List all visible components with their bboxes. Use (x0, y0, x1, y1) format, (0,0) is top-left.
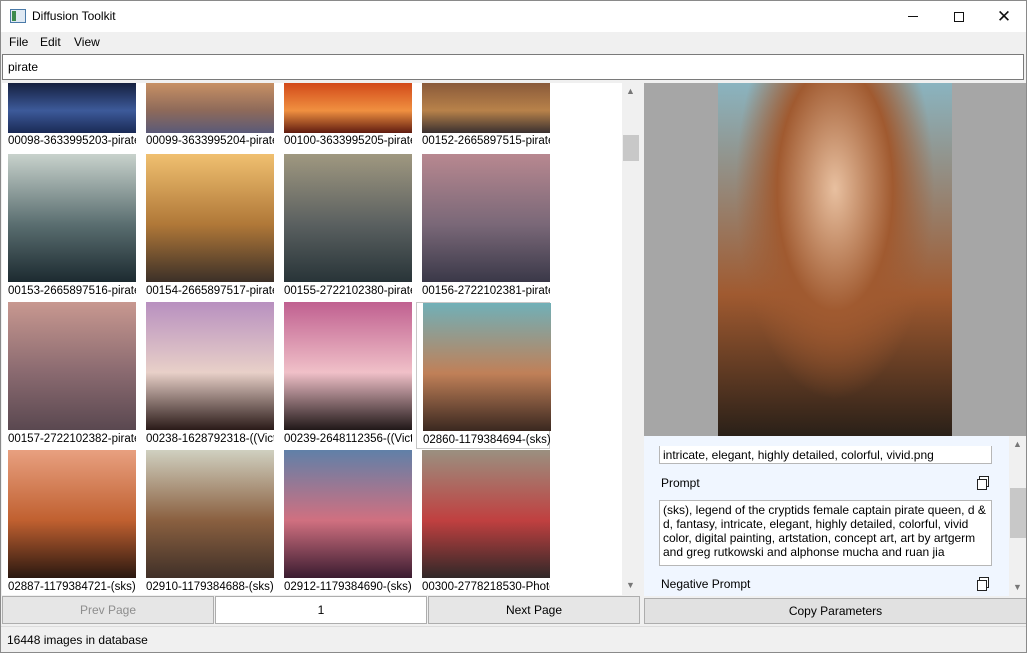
minimize-icon (908, 16, 918, 17)
thumbnail-item[interactable]: 00300-2778218530-Photo (416, 450, 550, 595)
grid-scroll-thumb[interactable] (623, 135, 639, 161)
negative-prompt-label: Negative Prompt (661, 577, 751, 591)
thumbnail-item[interactable]: 02887-1179384721-(sks), (2, 450, 136, 595)
thumbnail-caption: 02887-1179384721-(sks), (8, 581, 136, 593)
menu-bar: File Edit View (1, 32, 1026, 52)
thumbnail-caption: 00300-2778218530-Photo (422, 581, 550, 593)
maximize-button[interactable] (936, 1, 982, 32)
thumbnail-item[interactable]: 00238-1628792318-((Vict (140, 302, 274, 449)
thumbnail-caption: 00155-2722102380-pirate (284, 285, 412, 297)
thumbnail-item[interactable]: 00154-2665897517-pirate (140, 154, 274, 301)
copy-parameters-button[interactable]: Copy Parameters (644, 598, 1026, 624)
thumbnail-item[interactable]: 00239-2648112356-((Vict (278, 302, 412, 449)
thumbnail-caption: 02860-1179384694-(sks), (423, 434, 551, 446)
thumbnail-image[interactable] (8, 450, 136, 578)
thumbnail-caption: 00100-3633995205-pirate (284, 135, 412, 147)
thumbnail-item[interactable]: 00156-2722102381-pirate (416, 154, 550, 301)
menu-edit[interactable]: Edit (40, 35, 61, 49)
scroll-up-icon[interactable]: ▲ (1013, 439, 1022, 449)
thumbnail-image[interactable] (8, 154, 136, 282)
thumbnail-image[interactable] (422, 154, 550, 282)
thumbnail-image[interactable] (146, 154, 274, 282)
copy-negative-prompt-icon[interactable] (977, 577, 989, 591)
thumbnail-item[interactable]: 02910-1179384688-(sks), (140, 450, 274, 595)
thumbnail-image[interactable] (284, 83, 412, 133)
thumbnail-image[interactable] (146, 302, 274, 430)
page-number-input[interactable] (215, 596, 427, 624)
thumbnail-image[interactable] (8, 83, 136, 133)
menu-file[interactable]: File (9, 35, 28, 49)
metadata-panel: intricate, elegant, highly detailed, col… (644, 436, 1026, 596)
app-window: Diffusion Toolkit ✕ File Edit View 00098… (0, 0, 1027, 653)
thumbnail-caption: 00238-1628792318-((Vict (146, 433, 274, 445)
thumbnail-grid: 00098-3633995203-pirate 00099-3633995204-… (2, 83, 640, 595)
thumbnail-item[interactable]: 02912-1179384690-(sks), (278, 450, 412, 595)
thumbnail-item[interactable]: 00153-2665897516-pirate (2, 154, 136, 301)
thumbnail-image[interactable] (423, 303, 551, 431)
thumbnail-image[interactable] (8, 302, 136, 430)
prompt-label: Prompt (661, 476, 700, 490)
metadata-scrollbar[interactable]: ▲ ▼ (1009, 436, 1026, 596)
thumbnail-image[interactable] (422, 83, 550, 133)
menu-view[interactable]: View (74, 35, 100, 49)
next-page-button[interactable]: Next Page (428, 596, 640, 624)
title-bar[interactable]: Diffusion Toolkit ✕ (1, 1, 1026, 32)
thumbnail-caption: 00154-2665897517-pirate (146, 285, 274, 297)
thumbnail-caption: 02910-1179384688-(sks), (146, 581, 274, 593)
thumbnail-image[interactable] (422, 450, 550, 578)
thumbnail-image[interactable] (284, 302, 412, 430)
preview-image[interactable] (718, 83, 952, 436)
window-title: Diffusion Toolkit (32, 9, 116, 23)
thumbnail-item[interactable]: 02860-1179384694-(sks), (416, 302, 551, 449)
close-icon: ✕ (996, 6, 1012, 26)
prev-page-button[interactable]: Prev Page (2, 596, 214, 624)
scroll-down-icon[interactable]: ▼ (626, 580, 635, 590)
copy-prompt-icon[interactable] (977, 476, 989, 490)
maximize-icon (954, 11, 964, 22)
scroll-down-icon[interactable]: ▼ (1013, 582, 1022, 592)
image-preview (644, 83, 1026, 436)
thumbnail-caption: 00239-2648112356-((Vict (284, 433, 412, 445)
thumbnail-image[interactable] (146, 450, 274, 578)
thumbnail-item[interactable]: 00157-2722102382-pirate (2, 302, 136, 449)
thumbnail-image[interactable] (284, 450, 412, 578)
grid-scrollbar[interactable]: ▲ ▼ (622, 83, 640, 595)
minimize-button[interactable] (890, 1, 936, 32)
scroll-up-icon[interactable]: ▲ (626, 86, 635, 96)
filename-field[interactable]: intricate, elegant, highly detailed, col… (659, 446, 992, 464)
thumbnail-caption: 00153-2665897516-pirate (8, 285, 136, 297)
search-input[interactable] (2, 54, 1024, 80)
thumbnail-image[interactable] (146, 83, 274, 133)
close-button[interactable]: ✕ (981, 1, 1026, 32)
thumbnail-image[interactable] (284, 154, 412, 282)
thumbnail-caption: 00156-2722102381-pirate (422, 285, 550, 297)
status-bar: 16448 images in database (1, 626, 1026, 652)
thumbnail-caption: 00099-3633995204-pirate (146, 135, 274, 147)
prompt-field[interactable]: (sks), legend of the cryptids female cap… (659, 500, 992, 566)
thumbnail-caption: 00152-2665897515-pirate (422, 135, 550, 147)
thumbnail-caption: 00157-2722102382-pirate (8, 433, 136, 445)
thumbnail-item[interactable]: 00155-2722102380-pirate (278, 154, 412, 301)
thumbnail-caption: 02912-1179384690-(sks), (284, 581, 412, 593)
thumbnail-caption: 00098-3633995203-pirate (8, 135, 136, 147)
app-icon (10, 9, 26, 23)
metadata-scroll-thumb[interactable] (1010, 488, 1026, 538)
